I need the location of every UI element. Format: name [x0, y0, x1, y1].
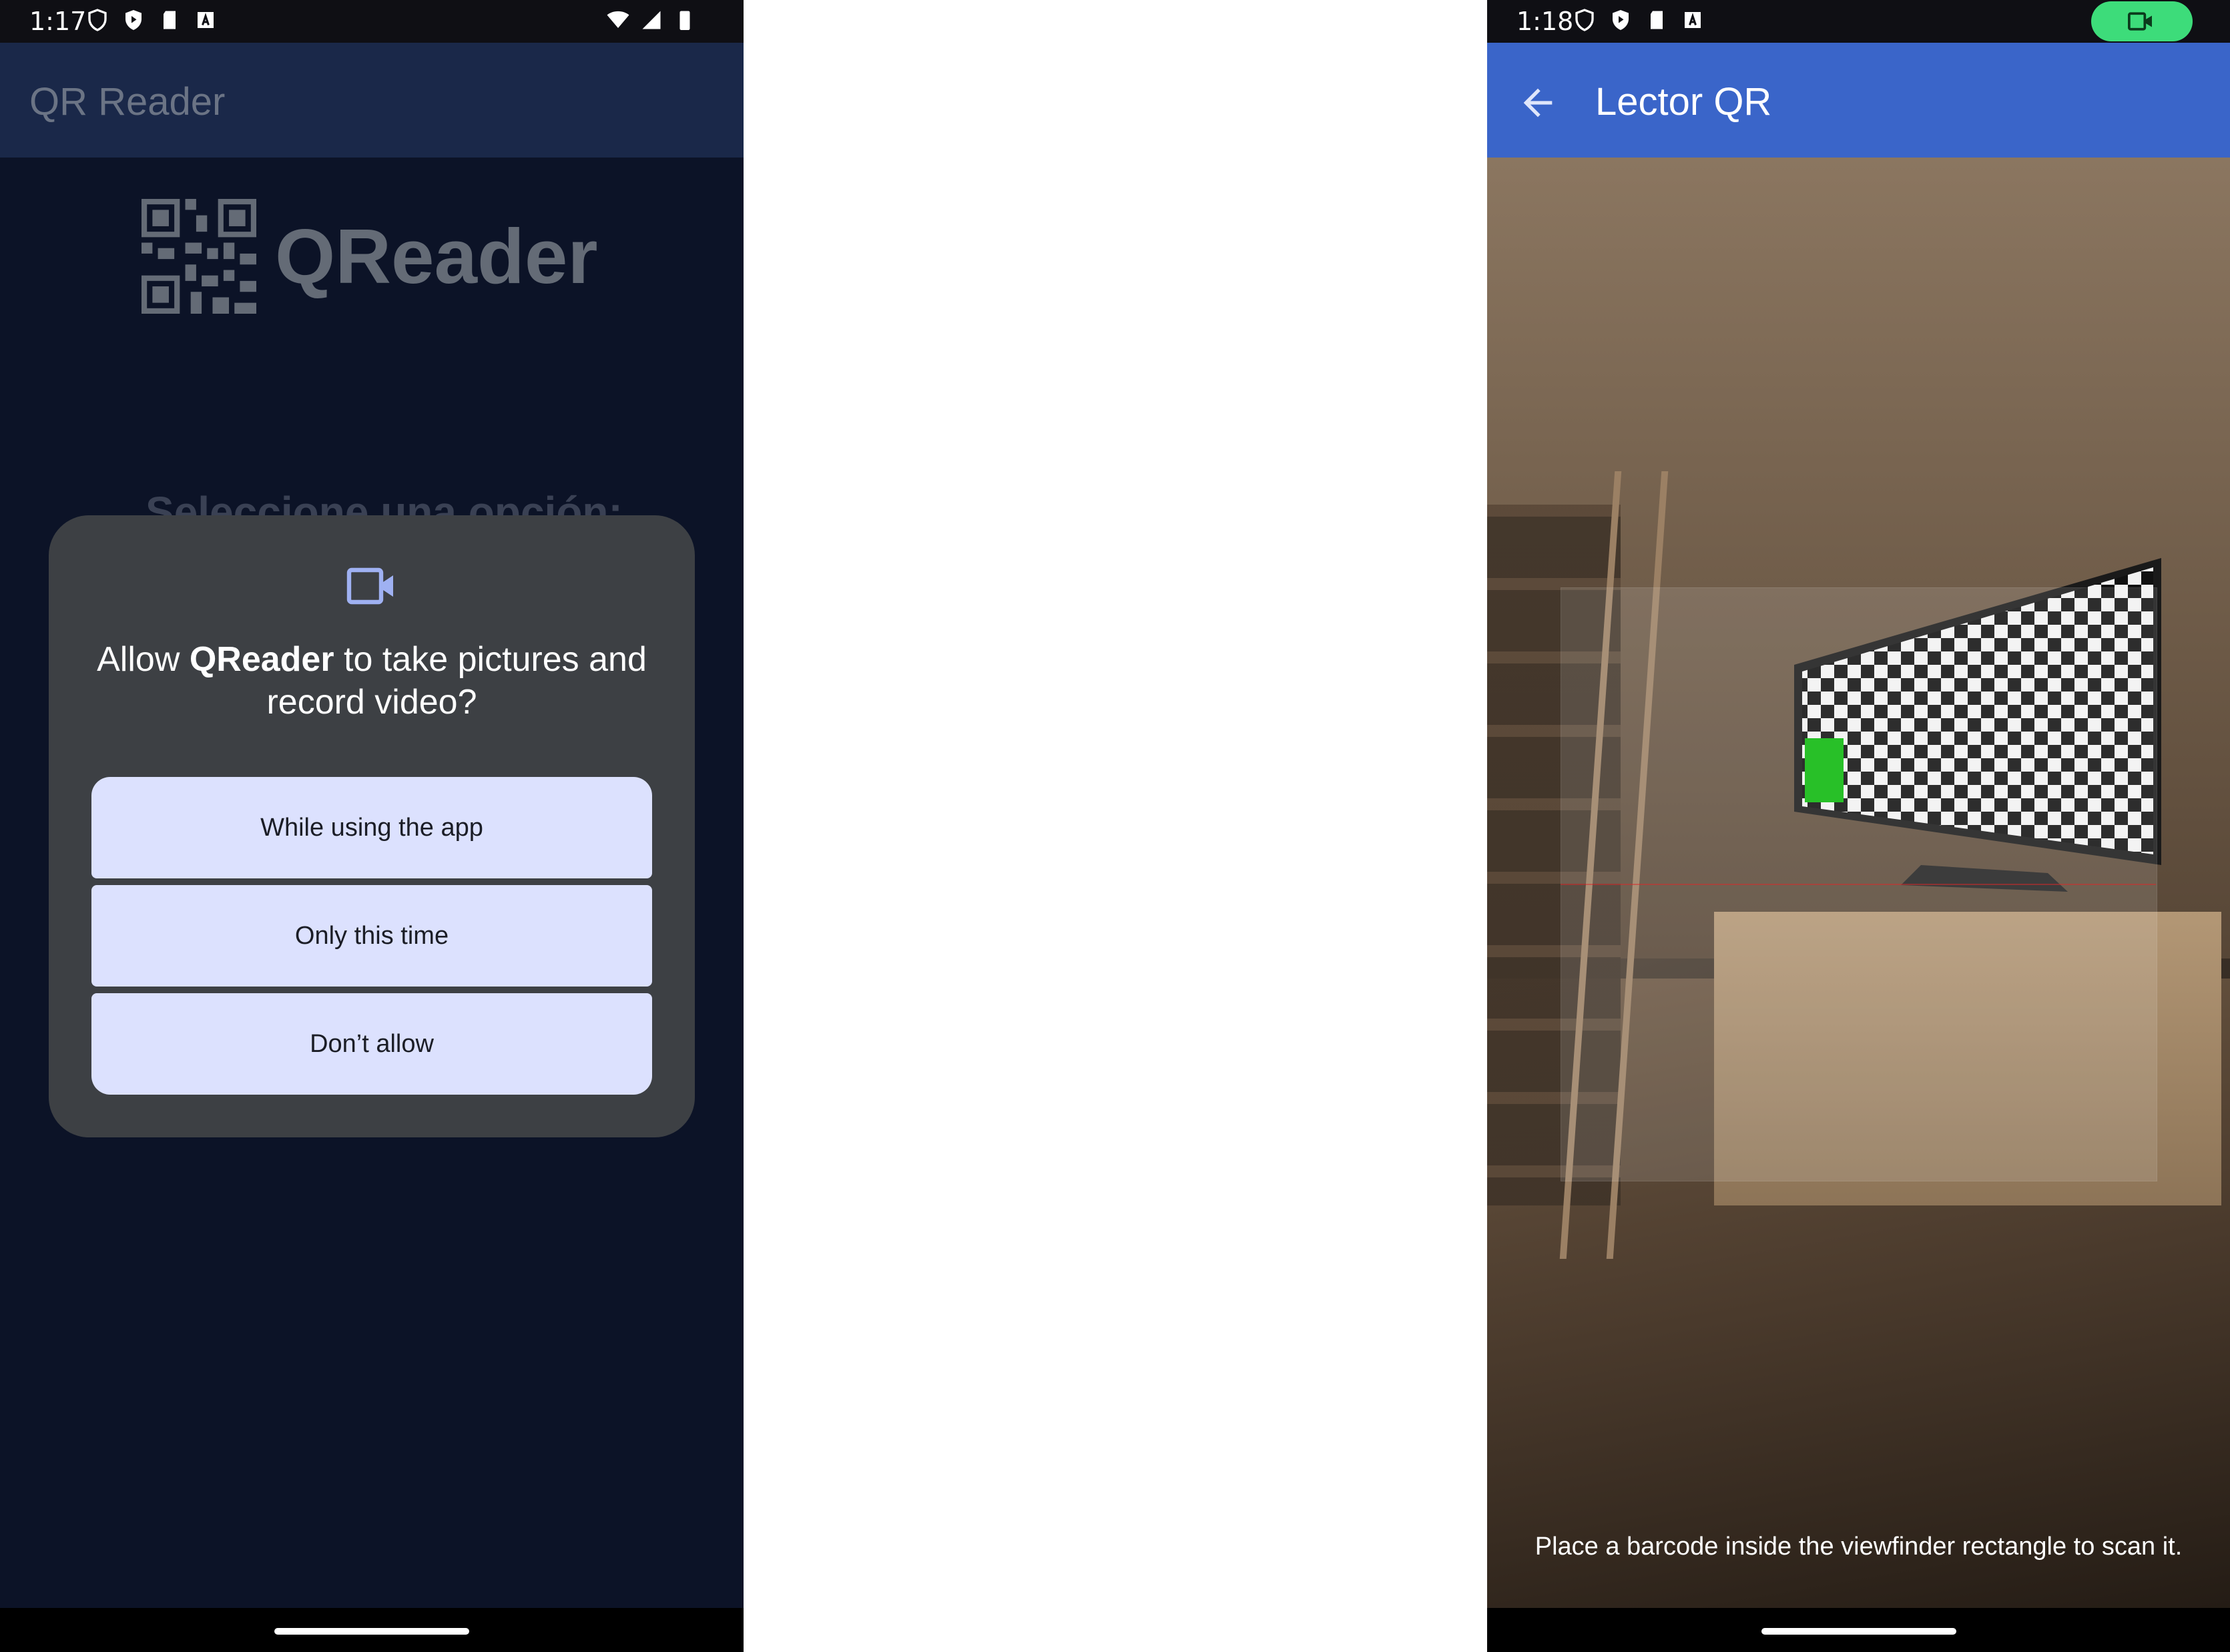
- a-icon: [1685, 12, 1701, 28]
- while-using-app-button[interactable]: While using the app: [91, 777, 652, 878]
- only-this-time-button[interactable]: Only this time: [91, 885, 652, 987]
- camera-in-use-indicator[interactable]: [2091, 1, 2193, 41]
- scan-instructions: Place a barcode inside the viewfinder re…: [1535, 1533, 2183, 1561]
- camera-permission-dialog: Allow QReader to take pictures and recor…: [49, 515, 695, 1137]
- sd-card-icon: [1651, 11, 1663, 29]
- navigation-bar: [1487, 1608, 2230, 1652]
- back-arrow-icon[interactable]: [1516, 81, 1559, 124]
- shield-icon: [88, 9, 107, 31]
- shield-icon: [1575, 9, 1594, 31]
- dont-allow-button[interactable]: Don’t allow: [91, 993, 652, 1095]
- navigation-bar: [0, 1608, 744, 1652]
- sd-card-icon: [164, 11, 176, 29]
- home-gesture-handle[interactable]: [1761, 1628, 1956, 1635]
- app-bar: QR Reader: [0, 43, 744, 158]
- right-screen: 1:18 Lector QR Place a barcode inside th…: [1487, 0, 2230, 1652]
- status-time: 1:17: [29, 7, 87, 36]
- wifi-icon: [607, 11, 629, 28]
- scanner-laser-line: [1561, 884, 2156, 885]
- signal-icon: [642, 11, 661, 29]
- message-prefix: Allow: [97, 640, 190, 679]
- app-logo: QReader: [142, 199, 598, 314]
- left-screen: 1:17 QR Reader QReader Seleccione una op…: [0, 0, 744, 1652]
- status-time: 1:18: [1516, 7, 1574, 36]
- video-camera-icon: [346, 567, 393, 605]
- home-gesture-handle[interactable]: [274, 1628, 469, 1635]
- video-camera-icon: [2128, 12, 2152, 31]
- status-bar: 1:17: [0, 0, 744, 43]
- app-title: Lector QR: [1595, 80, 1772, 123]
- app-title: QR Reader: [29, 80, 226, 123]
- app-bar: Lector QR: [1487, 43, 2230, 158]
- status-bar: 1:18: [1487, 0, 2230, 43]
- qr-code-icon: [142, 199, 256, 314]
- permission-message: Allow QReader to take pictures and recor…: [75, 638, 668, 724]
- message-app-name: QReader: [189, 640, 334, 679]
- battery-icon: [679, 11, 690, 30]
- play-protect-icon: [125, 10, 142, 30]
- a-icon: [198, 12, 214, 28]
- camera-preview: Place a barcode inside the viewfinder re…: [1487, 158, 2230, 1608]
- blank-gap: [744, 0, 1487, 1652]
- play-protect-icon: [1613, 10, 1629, 30]
- logo-text: QReader: [275, 213, 598, 300]
